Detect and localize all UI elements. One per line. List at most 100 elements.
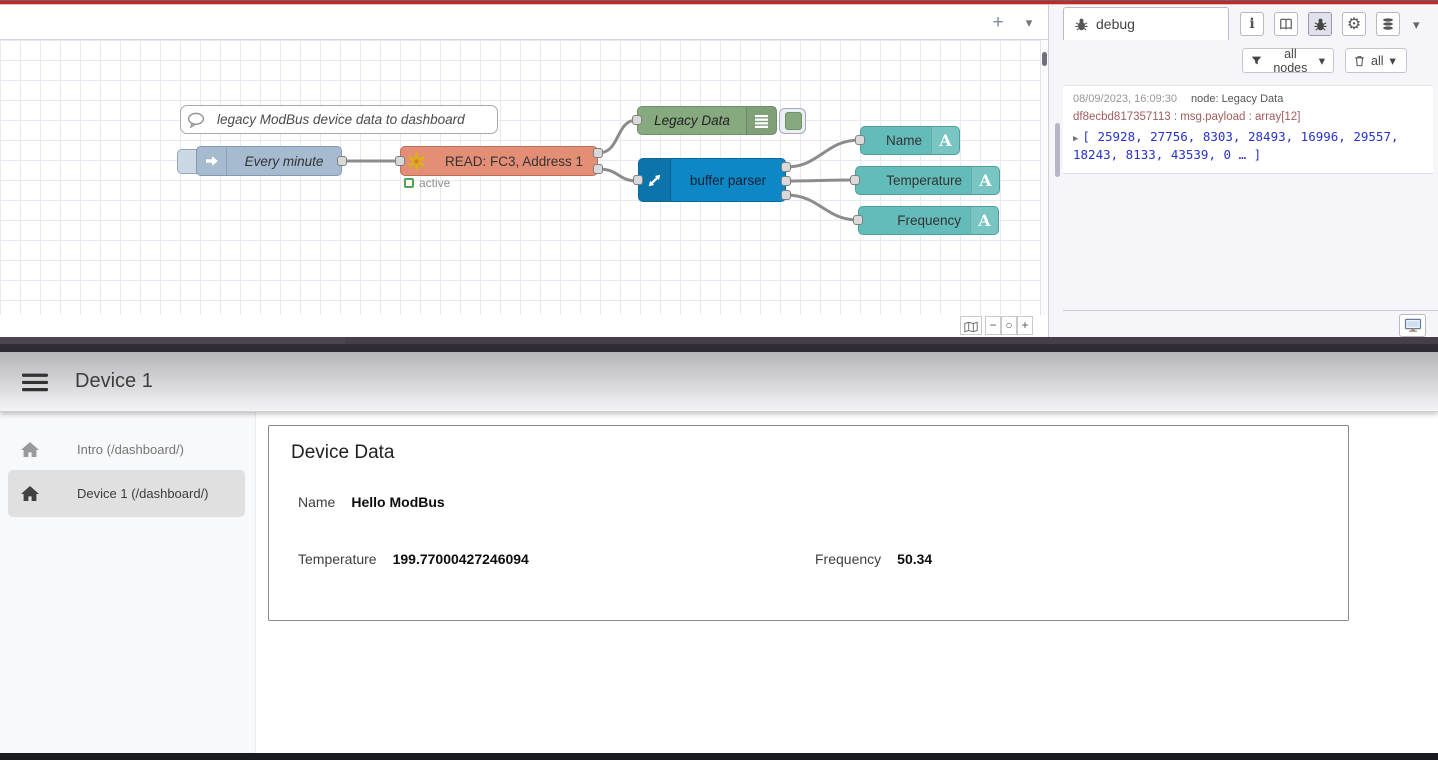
modbus-read-node[interactable]: READ: FC3, Address 1: [400, 146, 598, 176]
debug-clear-label: all: [1371, 54, 1384, 68]
bug-icon: [1313, 17, 1328, 32]
zoom-out-button[interactable]: −: [985, 316, 1001, 335]
text-a-icon: A: [970, 207, 998, 234]
nav-item-label: Device 1 (/dashboard/): [77, 486, 209, 501]
inject-output-port[interactable]: [337, 156, 347, 166]
zoom-reset-button[interactable]: ○: [1001, 316, 1017, 335]
debug-node-label: Legacy Data: [638, 113, 746, 128]
field-frequency: Frequency 50.34: [815, 551, 932, 567]
expand-triangle-icon[interactable]: ▶: [1073, 134, 1078, 144]
monitor-icon: [1404, 318, 1422, 333]
debug-filter-button[interactable]: all nodes ▾: [1242, 48, 1334, 73]
nav-item-label: Intro (/dashboard/): [77, 442, 184, 457]
help-tab-button[interactable]: [1274, 12, 1298, 36]
divider-segment: [0, 337, 345, 344]
payload-array: [ 25928, 27756, 8303, 28493, 16996, 2955…: [1073, 129, 1399, 162]
caret-down-icon: ▾: [1319, 53, 1325, 68]
inject-arrow-icon: [197, 147, 227, 175]
dashboard-sidebar: Intro (/dashboard/) Device 1 (/dashboard…: [0, 412, 256, 753]
zoom-in-button[interactable]: +: [1017, 316, 1033, 335]
field-name: Name Hello ModBus: [298, 494, 445, 510]
node-status: active: [404, 176, 450, 190]
speech-bubble-icon: [181, 106, 211, 133]
dashboard-main: Device Data Name Hello ModBus Temperatur…: [256, 412, 1438, 753]
text-a-icon: A: [971, 167, 999, 194]
gear-icon: ⚙: [1347, 14, 1361, 34]
nav-item-intro[interactable]: Intro (/dashboard/): [8, 430, 245, 468]
debug-clear-button[interactable]: all ▾: [1345, 48, 1407, 73]
add-flow-button[interactable]: +: [985, 10, 1011, 35]
debug-sidebar: debug i ⚙ ▾: [1048, 5, 1438, 337]
field-label: Frequency: [815, 551, 881, 567]
info-icon: i: [1249, 16, 1254, 32]
workspace-scrollbar[interactable]: [1040, 40, 1048, 315]
inject-node[interactable]: Every minute: [196, 146, 342, 176]
hamburger-menu-button[interactable]: [22, 373, 48, 392]
buffer-output-port-1[interactable]: [781, 162, 791, 172]
buffer-input-port[interactable]: [633, 175, 643, 185]
navigator-map-button[interactable]: [960, 316, 982, 335]
debug-node-legacy-data[interactable]: Legacy Data: [637, 106, 777, 135]
buffer-parser-node-label: buffer parser: [671, 173, 785, 188]
debug-message-payload: ▶[ 25928, 27756, 8303, 28493, 16996, 295…: [1073, 128, 1423, 164]
ui-text-node-label: Name: [861, 133, 931, 148]
modbus-asterisk-icon: [401, 147, 431, 175]
debug-toggle-indicator: [785, 112, 802, 130]
field-value: 50.34: [897, 551, 932, 567]
dashboard-header: Device 1: [0, 352, 1438, 412]
caret-down-icon: ▾: [1390, 53, 1396, 68]
screen: + ▾ legacy ModBus device data to dashboa…: [0, 0, 1438, 760]
modbus-read-node-label: READ: FC3, Address 1: [431, 154, 597, 169]
bottom-window-band: [0, 753, 1438, 760]
funnel-icon: [1251, 55, 1262, 66]
nav-item-device-1[interactable]: Device 1 (/dashboard/): [8, 470, 245, 517]
ui-text-node-frequency[interactable]: Frequency A: [858, 206, 999, 235]
dashboard-page-title: Device 1: [75, 370, 153, 393]
info-tab-button[interactable]: i: [1240, 12, 1264, 36]
sidebar-resize-grip[interactable]: [1055, 123, 1060, 177]
debug-filter-label: all nodes: [1268, 47, 1313, 75]
context-data-tab-button[interactable]: [1376, 12, 1400, 36]
ui-name-input-port[interactable]: [855, 135, 865, 145]
ui-text-node-temperature[interactable]: Temperature A: [855, 166, 1000, 195]
scrollbar-thumb[interactable]: [1042, 52, 1047, 66]
modbus-input-port[interactable]: [395, 156, 405, 166]
config-nodes-tab-button[interactable]: ⚙: [1342, 12, 1366, 36]
database-icon: [1381, 17, 1395, 31]
expand-diagonal-icon: [639, 159, 671, 201]
ui-frequency-input-port[interactable]: [853, 215, 863, 225]
field-value: Hello ModBus: [351, 494, 444, 510]
ui-temperature-input-port[interactable]: [850, 175, 860, 185]
tab-debug[interactable]: debug: [1063, 7, 1229, 40]
debug-message[interactable]: 08/09/2023, 16:09:30 node: Legacy Data d…: [1063, 85, 1433, 174]
ui-text-node-name[interactable]: Name A: [860, 126, 960, 155]
debug-input-port[interactable]: [632, 115, 642, 125]
modbus-output-port-1[interactable]: [593, 148, 603, 158]
sidebar-more-caret-icon[interactable]: ▾: [1413, 17, 1420, 33]
status-text: active: [419, 176, 450, 190]
ui-text-node-label: Temperature: [856, 173, 971, 188]
dashboard: Device 1 Intro (/dashboard/) Device 1 (/…: [0, 352, 1438, 753]
buffer-parser-node[interactable]: buffer parser: [638, 158, 786, 202]
node-red-editor: + ▾ legacy ModBus device data to dashboa…: [0, 5, 1438, 337]
debug-enable-toggle[interactable]: [779, 108, 806, 134]
flow-list-caret-icon[interactable]: ▾: [1016, 10, 1042, 35]
device-data-card: Device Data Name Hello ModBus Temperatur…: [268, 425, 1349, 621]
comment-node[interactable]: legacy ModBus device data to dashboard: [180, 105, 498, 134]
field-label: Name: [298, 494, 335, 510]
bug-icon: [1074, 17, 1089, 32]
buffer-output-port-2[interactable]: [781, 176, 791, 186]
debug-message-property: df8ecbd817357113 : msg.payload : array[1…: [1073, 111, 1423, 123]
modbus-output-port-2[interactable]: [593, 164, 603, 174]
buffer-output-port-3[interactable]: [781, 190, 791, 200]
ui-text-node-label: Frequency: [859, 213, 970, 228]
flow-tab-bar: + ▾: [0, 5, 1048, 40]
debug-tab-button[interactable]: [1308, 12, 1332, 36]
tab-debug-label: debug: [1096, 16, 1135, 32]
debug-message-meta: 08/09/2023, 16:09:30 node: Legacy Data: [1073, 93, 1423, 105]
card-title: Device Data: [291, 442, 395, 464]
home-icon: [20, 441, 40, 458]
text-a-icon: A: [931, 127, 959, 154]
field-label: Temperature: [298, 551, 377, 567]
open-in-new-window-button[interactable]: [1399, 314, 1426, 337]
